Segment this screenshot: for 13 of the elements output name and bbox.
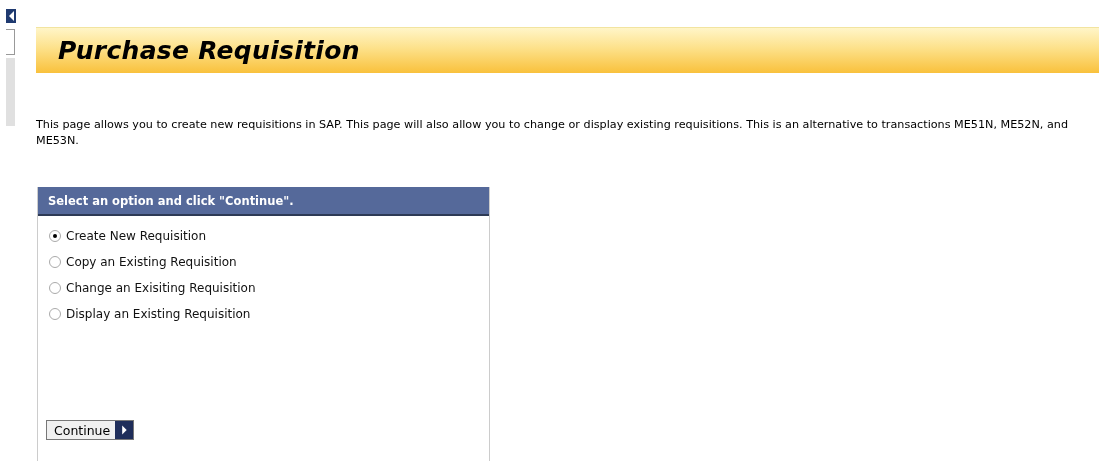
panel-header: Select an option and click "Continue". (38, 187, 489, 216)
option-label[interactable]: Create New Requisition (49, 226, 489, 245)
intro-text: This page allows you to create new requisitions in SAP. This page will also allow you to change or display existing requisitions. This is an alternative to transactions ME51N, ME52N, and ME53N. (36, 117, 1069, 149)
radio-button[interactable] (49, 255, 61, 268)
scroll-bar[interactable] (6, 58, 15, 126)
page-title: Purchase Requisition (58, 36, 360, 65)
continue-button[interactable]: Continue (46, 420, 135, 440)
option-label[interactable]: Display an Existing Requisition (49, 304, 489, 323)
radio-button[interactable] (49, 281, 61, 294)
option-label[interactable]: Copy an Existing Requisition (49, 252, 489, 271)
option-label[interactable]: Change an Exisiting Requisition (49, 278, 489, 297)
radio-button[interactable] (49, 229, 61, 242)
radio-button[interactable] (49, 307, 61, 320)
